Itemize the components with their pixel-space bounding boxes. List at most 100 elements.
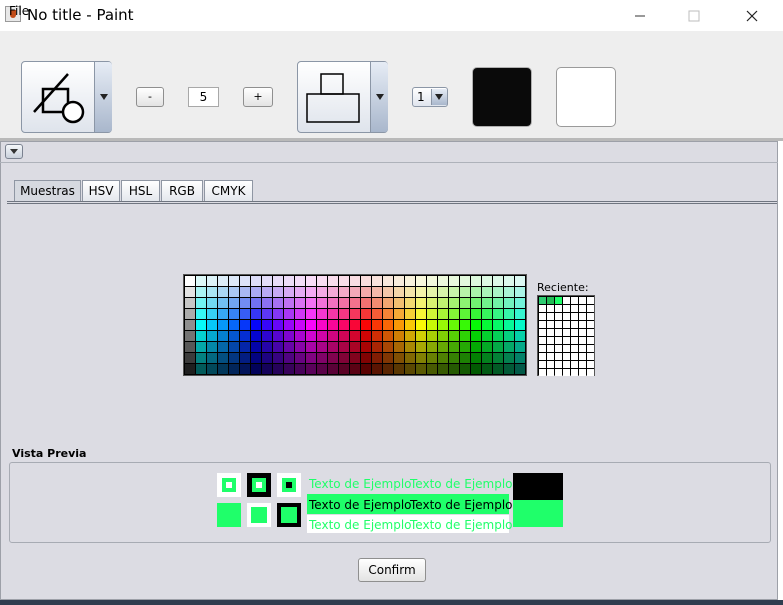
palette-swatch[interactable] — [306, 331, 316, 341]
palette-swatch[interactable] — [295, 342, 305, 352]
palette-swatch[interactable] — [427, 342, 437, 352]
palette-swatch[interactable] — [240, 276, 250, 286]
palette-swatch[interactable] — [284, 342, 294, 352]
recent-swatch[interactable] — [587, 361, 594, 368]
recent-swatch[interactable] — [587, 345, 594, 352]
recent-swatch[interactable] — [587, 297, 594, 304]
palette-swatch[interactable] — [427, 331, 437, 341]
palette-swatch[interactable] — [482, 331, 492, 341]
palette-swatch[interactable] — [438, 309, 448, 319]
palette-swatch[interactable] — [416, 287, 426, 297]
palette-swatch[interactable] — [218, 309, 228, 319]
palette-swatch[interactable] — [427, 353, 437, 363]
recent-swatch[interactable] — [579, 337, 586, 344]
palette-swatch[interactable] — [350, 298, 360, 308]
palette-swatch[interactable] — [306, 320, 316, 330]
recent-swatch[interactable] — [587, 313, 594, 320]
shape-dropdown-arrow[interactable] — [94, 62, 112, 132]
palette-swatch[interactable] — [328, 309, 338, 319]
palette-swatch[interactable] — [196, 298, 206, 308]
palette-swatch[interactable] — [449, 298, 459, 308]
palette-swatch[interactable] — [405, 287, 415, 297]
palette-swatch[interactable] — [460, 320, 470, 330]
palette-swatch[interactable] — [218, 331, 228, 341]
palette-swatch[interactable] — [460, 276, 470, 286]
collapse-panel-button[interactable] — [5, 144, 23, 159]
palette-swatch[interactable] — [449, 309, 459, 319]
recent-swatch[interactable] — [555, 321, 562, 328]
palette-swatch[interactable] — [361, 276, 371, 286]
palette-swatch[interactable] — [416, 331, 426, 341]
palette-swatch[interactable] — [339, 353, 349, 363]
palette-swatch[interactable] — [416, 276, 426, 286]
palette-swatch[interactable] — [207, 287, 217, 297]
palette-swatch[interactable] — [262, 342, 272, 352]
palette-swatch[interactable] — [317, 331, 327, 341]
palette-swatch[interactable] — [460, 331, 470, 341]
minimize-button[interactable] — [617, 0, 663, 31]
recent-swatch[interactable] — [563, 369, 570, 376]
palette-swatch[interactable] — [240, 298, 250, 308]
palette-swatch[interactable] — [229, 287, 239, 297]
palette-swatch[interactable] — [207, 353, 217, 363]
recent-swatch[interactable] — [547, 369, 554, 376]
recent-swatch[interactable] — [579, 361, 586, 368]
palette-swatch[interactable] — [471, 298, 481, 308]
palette-swatch[interactable] — [405, 364, 415, 374]
palette-swatch[interactable] — [306, 342, 316, 352]
recent-swatch[interactable] — [539, 297, 546, 304]
palette-swatch[interactable] — [515, 331, 525, 341]
recent-swatch[interactable] — [579, 329, 586, 336]
recent-swatch[interactable] — [539, 321, 546, 328]
palette-swatch[interactable] — [273, 309, 283, 319]
recent-swatch[interactable] — [571, 297, 578, 304]
recent-swatch[interactable] — [539, 337, 546, 344]
palette-swatch[interactable] — [482, 364, 492, 374]
palette-swatch[interactable] — [383, 298, 393, 308]
palette-swatch[interactable] — [251, 331, 261, 341]
palette-swatch[interactable] — [504, 342, 514, 352]
palette-swatch[interactable] — [350, 287, 360, 297]
palette-swatch[interactable] — [383, 331, 393, 341]
palette-swatch[interactable] — [229, 320, 239, 330]
palette-swatch[interactable] — [185, 298, 195, 308]
palette-swatch[interactable] — [416, 320, 426, 330]
palette-swatch[interactable] — [339, 276, 349, 286]
palette-swatch[interactable] — [207, 276, 217, 286]
recent-swatch[interactable] — [571, 353, 578, 360]
palette-swatch[interactable] — [416, 353, 426, 363]
palette-swatch[interactable] — [482, 276, 492, 286]
palette-swatch[interactable] — [449, 287, 459, 297]
palette-swatch[interactable] — [196, 320, 206, 330]
fill-dropdown-arrow[interactable] — [370, 62, 388, 132]
palette-swatch[interactable] — [262, 309, 272, 319]
palette-swatch[interactable] — [482, 342, 492, 352]
recent-swatch[interactable] — [539, 353, 546, 360]
recent-swatch[interactable] — [539, 345, 546, 352]
recent-swatch[interactable] — [571, 305, 578, 312]
palette-swatch[interactable] — [295, 364, 305, 374]
palette-swatch[interactable] — [350, 320, 360, 330]
recent-swatch[interactable] — [539, 305, 546, 312]
recent-swatch[interactable] — [579, 353, 586, 360]
background-color-swatch[interactable] — [556, 67, 616, 127]
palette-swatch[interactable] — [471, 320, 481, 330]
palette-swatch[interactable] — [405, 298, 415, 308]
recent-swatch[interactable] — [555, 297, 562, 304]
palette-swatch[interactable] — [372, 331, 382, 341]
palette-swatch[interactable] — [229, 331, 239, 341]
palette-swatch[interactable] — [185, 331, 195, 341]
palette-swatch[interactable] — [284, 331, 294, 341]
thickness-select[interactable]: 1 — [412, 87, 448, 107]
palette-swatch[interactable] — [361, 331, 371, 341]
tab-hsl[interactable]: HSL — [121, 180, 160, 201]
recent-swatch[interactable] — [555, 361, 562, 368]
recent-swatch[interactable] — [555, 305, 562, 312]
palette-swatch[interactable] — [383, 287, 393, 297]
palette-swatch[interactable] — [438, 331, 448, 341]
palette-swatch[interactable] — [185, 364, 195, 374]
palette-swatch[interactable] — [273, 320, 283, 330]
recent-swatch[interactable] — [571, 369, 578, 376]
recent-swatch[interactable] — [571, 361, 578, 368]
recent-swatch[interactable] — [555, 345, 562, 352]
